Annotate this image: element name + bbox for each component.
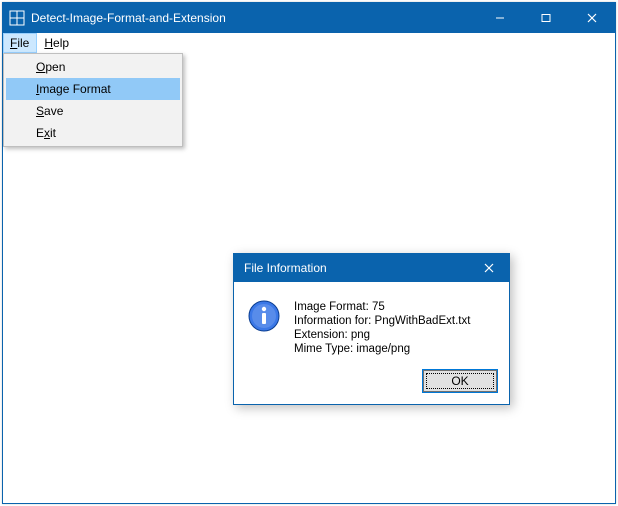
file-dropdown: Open Image Format Save Exit — [3, 53, 183, 147]
menu-help-rest: elp — [53, 36, 69, 50]
window-title: Detect-Image-Format-and-Extension — [31, 11, 226, 25]
client-area: Open Image Format Save Exit File Informa… — [3, 53, 615, 503]
maximize-button[interactable] — [523, 3, 569, 33]
menu-item-open[interactable]: Open — [6, 56, 180, 78]
menu-file[interactable]: File — [3, 33, 37, 53]
close-button[interactable] — [569, 3, 615, 33]
menu-file-rest: ile — [17, 36, 29, 50]
dialog-line-1: Image Format: 75 — [294, 300, 470, 314]
menu-help-mnemonic: H — [44, 36, 53, 50]
minimize-button[interactable] — [477, 3, 523, 33]
window-controls — [477, 3, 615, 33]
information-icon — [248, 300, 280, 332]
ok-button[interactable]: OK — [423, 370, 497, 392]
dialog-line-2: Information for: PngWithBadExt.txt — [294, 314, 470, 328]
main-window: Detect-Image-Format-and-Extension File H… — [2, 2, 616, 504]
file-information-dialog: File Information — [233, 253, 510, 405]
dialog-close-button[interactable] — [469, 254, 509, 282]
app-icon — [9, 10, 25, 26]
menu-item-save[interactable]: Save — [6, 100, 180, 122]
titlebar[interactable]: Detect-Image-Format-and-Extension — [3, 3, 615, 33]
menu-item-exit[interactable]: Exit — [6, 122, 180, 144]
menu-help[interactable]: Help — [37, 33, 77, 53]
dialog-line-3: Extension: png — [294, 328, 470, 342]
menubar: File Help — [3, 33, 615, 53]
menu-item-image-format[interactable]: Image Format — [6, 78, 180, 100]
dialog-title: File Information — [244, 261, 327, 275]
dialog-line-4: Mime Type: image/png — [294, 342, 470, 356]
dialog-titlebar[interactable]: File Information — [234, 254, 509, 282]
dialog-message: Image Format: 75 Information for: PngWit… — [294, 300, 470, 356]
